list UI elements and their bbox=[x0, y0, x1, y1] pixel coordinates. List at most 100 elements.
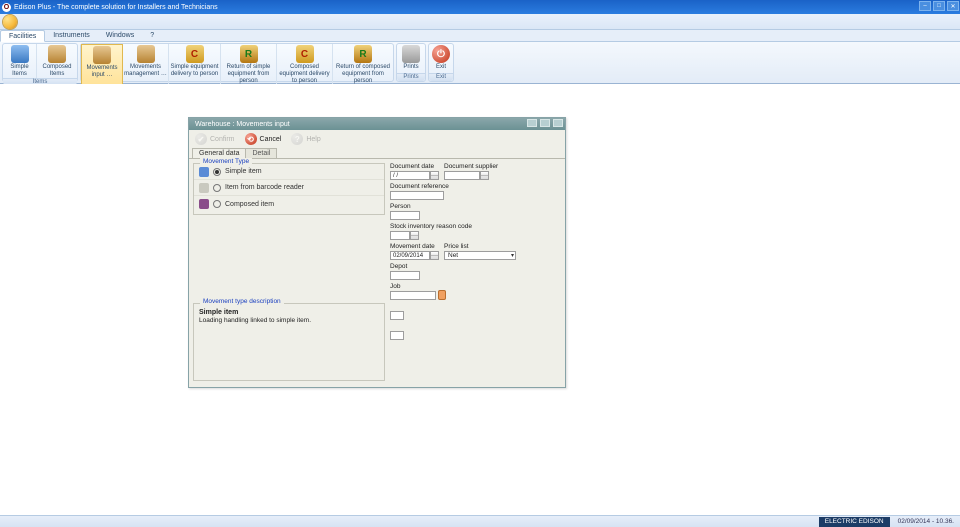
ribbon: Simple Items Composed Items Items Moveme… bbox=[0, 42, 960, 84]
ribbon-group-items: Simple Items Composed Items Items bbox=[2, 43, 78, 82]
radio-barcode[interactable] bbox=[213, 184, 221, 192]
menu-windows[interactable]: Windows bbox=[98, 30, 142, 41]
lookup-doc-supplier[interactable] bbox=[480, 171, 489, 180]
help-button: ? Help bbox=[291, 133, 320, 145]
label-stock-reason: Stock inventory reason code bbox=[390, 223, 472, 230]
dialog-titlebar[interactable]: Warehouse : Movements input bbox=[189, 118, 565, 130]
fieldset-movement-desc: Movement type description Simple item Lo… bbox=[193, 303, 385, 381]
fieldset-movement-type: Movement Type Simple item Item from barc… bbox=[193, 163, 385, 215]
form-area: Document date / / Document supplier Docu… bbox=[390, 163, 561, 383]
cube-small-icon bbox=[199, 167, 209, 177]
legend-movement-type: Movement Type bbox=[200, 158, 252, 165]
lookup-stock-reason[interactable] bbox=[410, 231, 419, 240]
window-titlebar: O Edison Plus - The complete solution fo… bbox=[0, 0, 960, 14]
label-person: Person bbox=[390, 203, 411, 210]
input-doc-supplier[interactable] bbox=[444, 171, 480, 180]
tab-detail[interactable]: Detail bbox=[245, 148, 277, 158]
input-depot[interactable] bbox=[390, 271, 420, 280]
ribbon-group-prints: Prints Prints bbox=[396, 43, 426, 82]
window-title: Edison Plus - The complete solution for … bbox=[14, 4, 218, 11]
cancel-button[interactable]: Cancel bbox=[245, 133, 282, 145]
delivery-c2-icon: C bbox=[296, 45, 314, 63]
ribbon-group-label-prints: Prints bbox=[397, 73, 425, 81]
input-extra-1[interactable] bbox=[390, 311, 404, 320]
rib-movements-input[interactable]: Movements input … bbox=[81, 44, 123, 85]
box-arrow-icon bbox=[93, 46, 111, 64]
quick-access-row bbox=[0, 14, 960, 30]
menu-help[interactable]: ? bbox=[142, 30, 162, 41]
window-controls: ‒ □ ✕ bbox=[919, 1, 959, 11]
minimize-button[interactable]: ‒ bbox=[919, 1, 931, 11]
input-doc-ref[interactable] bbox=[390, 191, 444, 200]
movement-desc-body: Loading handling linked to simple item. bbox=[194, 316, 384, 325]
close-button[interactable]: ✕ bbox=[947, 1, 959, 11]
ribbon-group-exit: ⏻ Exit Exit bbox=[428, 43, 454, 82]
select-price-list[interactable]: Net bbox=[444, 251, 516, 260]
tab-general-data[interactable]: General data bbox=[192, 148, 246, 158]
spin-mov-date[interactable] bbox=[430, 251, 439, 260]
ribbon-group-facilities: Movements input … Movements management …… bbox=[80, 43, 394, 82]
box-gear-icon bbox=[137, 45, 155, 63]
movement-option-simple[interactable]: Simple item bbox=[194, 164, 384, 180]
maximize-button[interactable]: □ bbox=[933, 1, 945, 11]
rib-simple-delivery[interactable]: C Simple equipment delivery to person bbox=[169, 44, 221, 85]
ribbon-group-label-exit: Exit bbox=[429, 73, 453, 81]
return-r2-icon: R bbox=[354, 45, 372, 63]
menu-instruments[interactable]: Instruments bbox=[45, 30, 98, 41]
input-mov-date[interactable]: 02/09/2014 bbox=[390, 251, 430, 260]
power-icon: ⏻ bbox=[432, 45, 450, 63]
composed-icon bbox=[199, 199, 209, 209]
box-icon bbox=[48, 45, 66, 63]
radio-composed[interactable] bbox=[213, 200, 221, 208]
rib-simple-items[interactable]: Simple Items bbox=[3, 44, 37, 78]
movement-option-composed[interactable]: Composed item bbox=[194, 196, 384, 212]
job-lookup-icon[interactable] bbox=[438, 290, 446, 300]
spin-doc-date[interactable] bbox=[430, 171, 439, 180]
label-doc-date: Document date bbox=[390, 163, 434, 170]
label-doc-ref: Document reference bbox=[390, 183, 449, 190]
dialog-maximize[interactable] bbox=[540, 119, 550, 127]
label-job: Job bbox=[390, 283, 400, 290]
rib-prints[interactable]: Prints bbox=[397, 44, 425, 73]
movement-desc-title: Simple item bbox=[194, 304, 384, 316]
rib-composed-delivery[interactable]: C Composed equipment delivery to person bbox=[277, 44, 333, 85]
input-extra-2[interactable] bbox=[390, 331, 404, 340]
barcode-icon bbox=[199, 183, 209, 193]
label-depot: Depot bbox=[390, 263, 407, 270]
status-time: 02/09/2014 - 10.36. bbox=[892, 518, 960, 525]
status-bar: ELECTRIC EDISON 02/09/2014 - 10.36. bbox=[0, 515, 960, 527]
label-price-list: Price list bbox=[444, 243, 469, 250]
label-mov-date: Movement date bbox=[390, 243, 435, 250]
dialog-body: Movement Type Simple item Item from barc… bbox=[193, 159, 561, 383]
rib-return-composed[interactable]: R Return of composed equipment from pers… bbox=[333, 44, 393, 85]
printer-icon bbox=[402, 45, 420, 63]
dialog-movements-input: Warehouse : Movements input ✔ Confirm Ca… bbox=[188, 117, 566, 388]
movement-option-barcode[interactable]: Item from barcode reader bbox=[194, 180, 384, 196]
app-orb[interactable] bbox=[3, 15, 17, 29]
dialog-minimize[interactable] bbox=[527, 119, 537, 127]
rib-movements-mgmt[interactable]: Movements management … bbox=[123, 44, 169, 85]
rib-return-simple[interactable]: R Return of simple equipment from person bbox=[221, 44, 277, 85]
input-job[interactable] bbox=[390, 291, 436, 300]
confirm-button: ✔ Confirm bbox=[195, 133, 235, 145]
app-icon: O bbox=[2, 3, 11, 12]
undo-icon bbox=[245, 133, 257, 145]
menu-bar: Facilities Instruments Windows ? bbox=[0, 30, 960, 42]
dialog-title: Warehouse : Movements input bbox=[195, 121, 290, 128]
cube-icon bbox=[11, 45, 29, 63]
rib-exit[interactable]: ⏻ Exit bbox=[429, 44, 453, 73]
workspace: Warehouse : Movements input ✔ Confirm Ca… bbox=[0, 84, 960, 515]
input-person[interactable] bbox=[390, 211, 420, 220]
input-doc-date[interactable]: / / bbox=[390, 171, 430, 180]
input-stock-reason[interactable] bbox=[390, 231, 410, 240]
radio-simple[interactable] bbox=[213, 168, 221, 176]
help-icon: ? bbox=[291, 133, 303, 145]
delivery-c-icon: C bbox=[186, 45, 204, 63]
rib-composed-items[interactable]: Composed Items bbox=[37, 44, 77, 78]
return-r-icon: R bbox=[240, 45, 258, 63]
dialog-close[interactable] bbox=[553, 119, 563, 127]
menu-facilities[interactable]: Facilities bbox=[0, 30, 45, 42]
check-icon: ✔ bbox=[195, 133, 207, 145]
legend-movement-desc: Movement type description bbox=[200, 298, 284, 305]
dialog-toolbar: ✔ Confirm Cancel ? Help bbox=[189, 130, 565, 148]
